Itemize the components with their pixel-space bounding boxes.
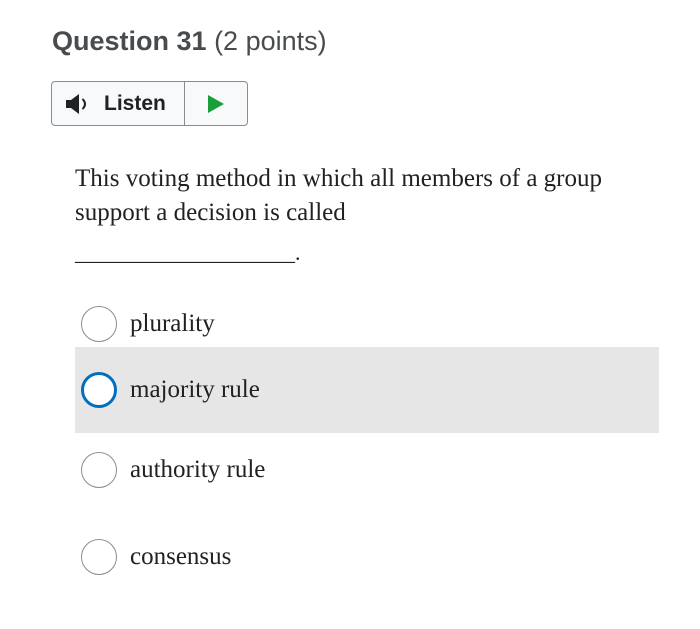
option-label: authority rule xyxy=(130,456,266,483)
speaker-icon xyxy=(64,93,94,115)
radio-button[interactable] xyxy=(81,539,117,575)
play-icon xyxy=(206,93,226,115)
quiz-page: Question 31 (2 points) Listen This votin… xyxy=(0,0,700,629)
question-heading: Question 31 (2 points) xyxy=(52,26,327,57)
listen-label: Listen xyxy=(104,91,166,115)
text-to-speech-widget: Listen xyxy=(51,81,248,126)
question-prompt: This voting method in which all members … xyxy=(75,165,602,226)
question-points: (2 points) xyxy=(214,26,327,56)
play-button[interactable] xyxy=(185,82,247,125)
option-plurality[interactable]: plurality xyxy=(75,302,659,346)
radio-button[interactable] xyxy=(81,372,117,408)
option-majority-rule[interactable]: majority rule xyxy=(75,347,659,433)
radio-button[interactable] xyxy=(81,452,117,488)
radio-button[interactable] xyxy=(81,306,117,342)
answer-blank: ____________________. xyxy=(75,240,301,265)
option-label: majority rule xyxy=(130,376,260,403)
option-label: consensus xyxy=(130,543,232,570)
question-number: Question 31 xyxy=(52,26,207,56)
option-authority-rule[interactable]: authority rule xyxy=(75,448,659,492)
listen-button[interactable]: Listen xyxy=(52,82,185,125)
option-label: plurality xyxy=(130,310,215,337)
option-consensus[interactable]: consensus xyxy=(75,535,659,579)
